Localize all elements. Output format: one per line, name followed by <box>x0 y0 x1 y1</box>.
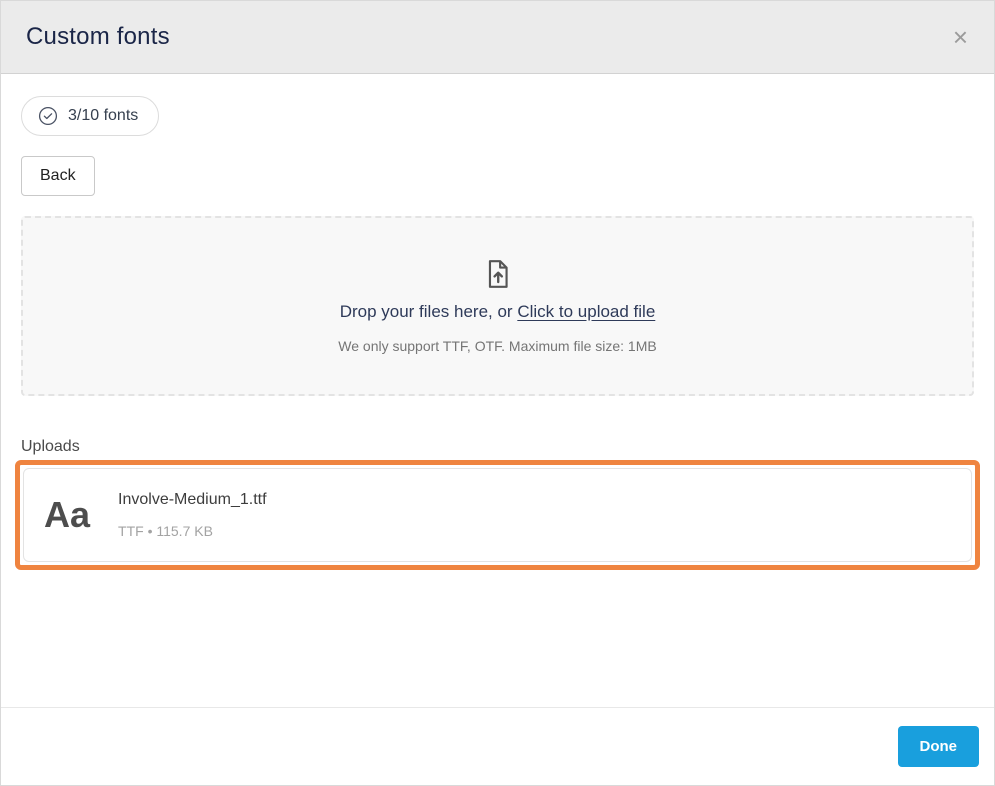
supported-formats-note: We only support TTF, OTF. Maximum file s… <box>338 337 657 354</box>
close-icon: × <box>952 22 968 52</box>
file-meta: TTF • 115.7 KB <box>118 523 213 539</box>
fonts-count-label: 3/10 fonts <box>68 107 139 124</box>
drop-prompt-text: Drop your files here, or <box>339 301 518 321</box>
file-dropzone[interactable]: Drop your files here, or Click to upload… <box>21 216 974 396</box>
file-name: Involve-Medium_1.ttf <box>118 491 267 508</box>
drop-prompt: Drop your files here, or Click to upload… <box>340 302 656 322</box>
uploads-section-label: Uploads <box>21 438 80 455</box>
modal-header: Custom fonts × <box>1 1 994 74</box>
badge-row: 3/10 fonts <box>21 96 974 136</box>
fonts-count-badge: 3/10 fonts <box>21 96 160 136</box>
page-title: Custom fonts <box>26 23 170 50</box>
upload-file-icon <box>485 259 511 289</box>
done-button[interactable]: Done <box>897 726 979 767</box>
upload-file-link[interactable]: Click to upload file <box>517 302 655 321</box>
back-button[interactable]: Back <box>21 156 95 196</box>
file-info: Involve-Medium_1.ttf TTF • 115.7 KB <box>118 491 267 539</box>
check-circle-icon <box>38 106 58 126</box>
custom-fonts-modal: Custom fonts × 3/10 fonts Back Drop your… <box>0 0 995 786</box>
uploaded-font-row[interactable]: Aa Involve-Medium_1.ttf TTF • 115.7 KB <box>23 468 972 562</box>
highlight-annotation: Aa Involve-Medium_1.ttf TTF • 115.7 KB <box>15 460 980 570</box>
back-row: Back <box>21 156 974 196</box>
modal-body: 3/10 fonts Back Drop your files here, or… <box>1 74 994 707</box>
font-preview-glyph: Aa <box>44 494 91 535</box>
modal-footer: Done <box>1 707 994 785</box>
close-button[interactable]: × <box>943 22 978 52</box>
